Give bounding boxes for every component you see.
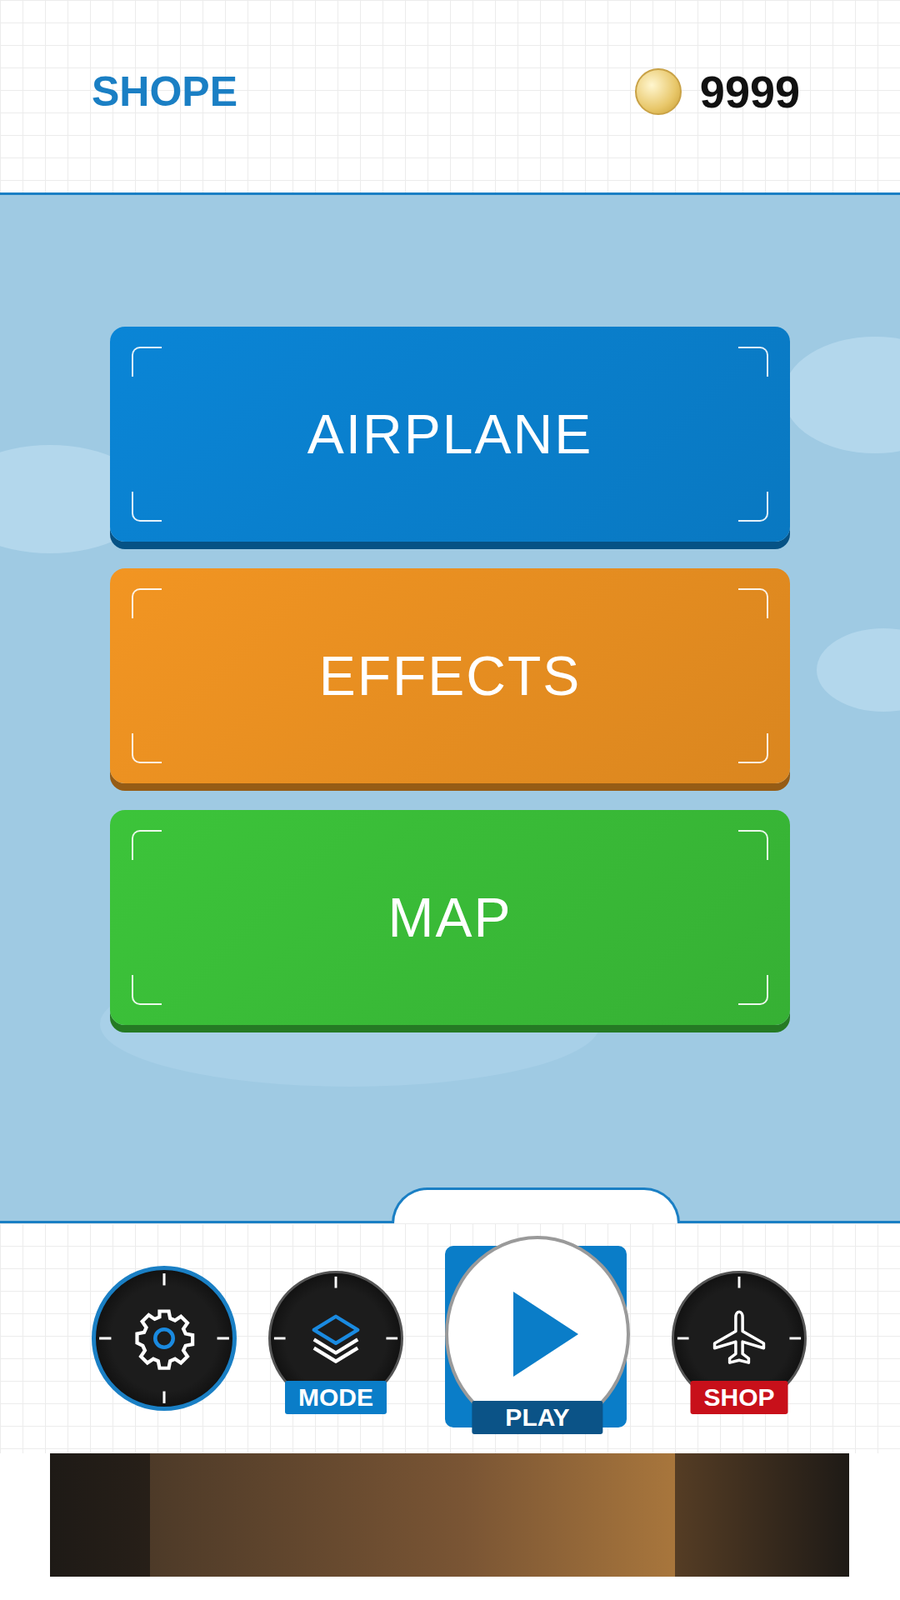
category-panel: AIRPLANE EFFECTS MAP [0,195,900,1223]
shop-button[interactable]: SHOP [671,1270,807,1406]
shop-screen: SHOPE 9999 AIRPLANE EFFECTS MAP MODE PLAY SHOP [0,0,900,1600]
nav-label: PLAY [471,1400,603,1435]
play-button[interactable]: PLAY [445,1245,630,1431]
gear-icon [131,1305,197,1371]
page-title: SHOPE [91,67,238,116]
category-button[interactable]: AIRPLANE [110,326,790,542]
category-button[interactable]: MAP [110,810,790,1025]
nav-label: SHOP [690,1380,788,1415]
header: SHOPE 9999 [0,0,900,195]
coin-balance: 9999 [635,65,800,118]
play-notch [391,1187,680,1224]
nav-label: MODE [285,1380,387,1415]
cloud [783,336,900,454]
mode-button[interactable]: MODE [268,1270,404,1406]
cloud [816,628,900,712]
airplane-icon [707,1306,771,1370]
category-button[interactable]: EFFECTS [110,568,790,784]
play-icon [506,1288,582,1380]
layers-icon [306,1309,365,1368]
coin-count: 9999 [700,65,800,118]
settings-button[interactable] [91,1265,237,1411]
bottom-nav: MODE PLAY SHOP [0,1223,900,1454]
coin-icon [635,68,682,115]
ad-banner[interactable] [50,1453,850,1577]
